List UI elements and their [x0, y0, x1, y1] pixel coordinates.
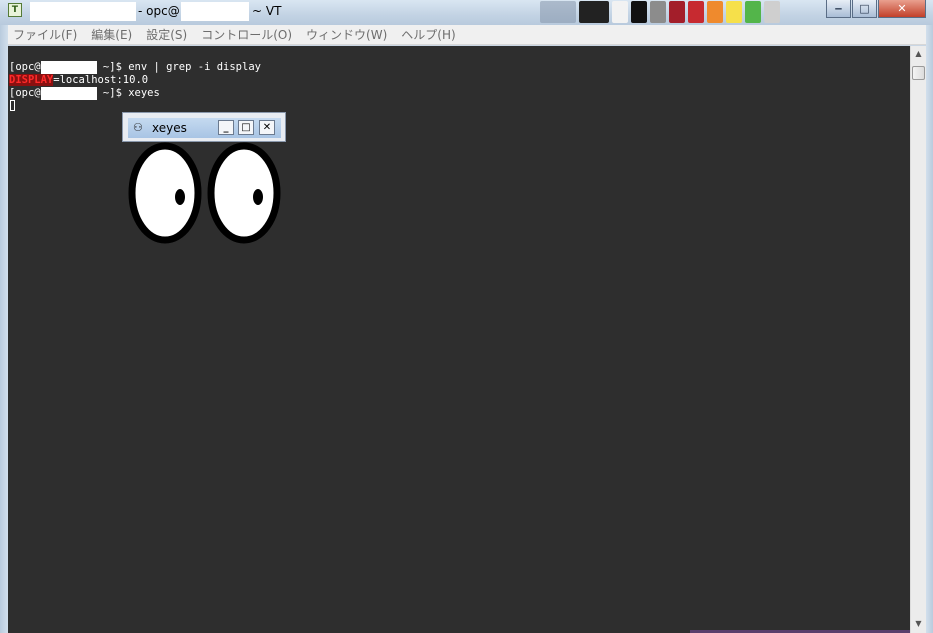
xeyes-eyes-graphic [128, 142, 281, 244]
menu-edit[interactable]: 編集(E) [91, 26, 132, 43]
window-close-button[interactable]: ✕ [878, 0, 926, 18]
scroll-up-arrow-icon[interactable]: ▲ [911, 46, 926, 62]
xeyes-title-bar[interactable]: ⚇ xeyes _ □ ✕ [128, 118, 281, 138]
menu-bar: ファイル(F) 編集(E) 設定(S) コントロール(O) ウィンドウ(W) ヘ… [8, 25, 926, 45]
right-eye [207, 142, 281, 244]
menu-window[interactable]: ウィンドウ(W) [306, 26, 387, 43]
window-maximize-button[interactable]: □ [852, 0, 877, 18]
window-minimize-button[interactable]: ‒ [826, 0, 851, 18]
window-frame-left [0, 25, 8, 633]
menu-help[interactable]: ヘルプ(H) [401, 26, 455, 43]
output-text: =localhost:10.0 [53, 74, 149, 86]
command-text: ~]$ env | grep -i display [96, 61, 261, 73]
left-eye [128, 142, 202, 244]
terminal-line: [opc@ ~]$ env | grep -i display [9, 61, 261, 74]
window-title-suffix: ~ VT [252, 4, 282, 18]
terminal-cursor [10, 100, 15, 111]
window-title-prefix: - opc@ [138, 4, 180, 18]
window-frame-right [926, 25, 933, 633]
prompt-prefix: [opc@ [9, 61, 41, 73]
menu-control[interactable]: コントロール(O) [201, 26, 292, 43]
terminal-app-icon[interactable]: T [8, 3, 22, 17]
xeyes-minimize-button[interactable]: _ [218, 120, 234, 135]
redacted-hostname [40, 61, 97, 74]
terminal-line: [opc@ ~]$ xeyes [9, 87, 160, 100]
redacted-hostname [181, 2, 249, 21]
scrollbar-thumb[interactable] [912, 66, 925, 80]
right-pupil [253, 189, 263, 205]
left-pupil [175, 189, 185, 205]
prompt-prefix: [opc@ [9, 87, 41, 99]
terminal-line: DISPLAY=localhost:10.0 [9, 74, 148, 87]
xeyes-close-button[interactable]: ✕ [259, 120, 275, 135]
menu-setup[interactable]: 設定(S) [146, 26, 187, 43]
eyes-icon: ⚇ [133, 121, 143, 134]
background-app-strip [540, 0, 820, 25]
redacted-hostname [40, 87, 97, 100]
xeyes-title: xeyes [152, 121, 187, 135]
scroll-down-arrow-icon[interactable]: ▼ [911, 616, 926, 632]
command-text: ~]$ xeyes [96, 87, 160, 99]
xeyes-window[interactable]: ⚇ xeyes _ □ ✕ [122, 112, 286, 142]
vertical-scrollbar[interactable]: ▲ ▼ [910, 46, 926, 633]
grep-match-highlight: DISPLAY [9, 74, 54, 86]
redacted-hostname [30, 2, 136, 21]
xeyes-maximize-button[interactable]: □ [238, 120, 254, 135]
window-title-bar[interactable]: T - opc@ ~ VT ‒ □ ✕ [0, 0, 933, 25]
menu-file[interactable]: ファイル(F) [13, 26, 77, 43]
